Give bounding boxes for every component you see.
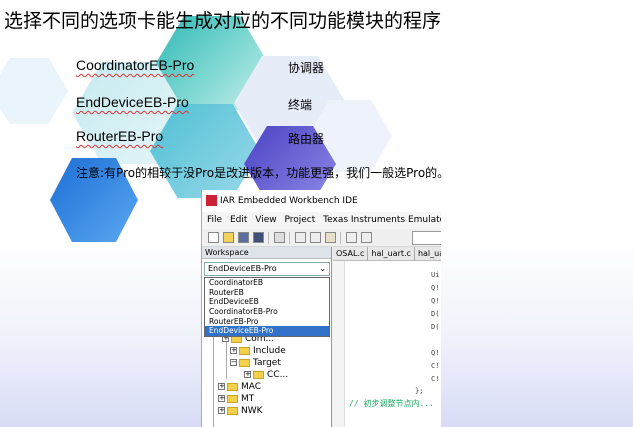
- page-title: 选择不同的选项卡能生成对应的不同功能模块的程序: [4, 10, 442, 32]
- chevron-down-icon[interactable]: ⌄: [319, 263, 326, 275]
- config-option-enddeviceeb-pro[interactable]: EndDeviceEB-Pro: [205, 326, 329, 337]
- code-closing-brace: };: [415, 387, 424, 395]
- tab-hal-uart-h[interactable]: hal_uart...: [415, 247, 441, 261]
- cut-icon[interactable]: [295, 232, 306, 243]
- collapse-icon[interactable]: −: [230, 359, 237, 366]
- print-icon[interactable]: [274, 232, 285, 243]
- ide-titlebar: IAR Embedded Workbench IDE: [202, 190, 441, 212]
- workspace-panel: Workspace EndDeviceEB-Pro ⌄ CoordinatorE…: [202, 247, 332, 427]
- workspace-header: Workspace: [202, 247, 331, 259]
- menu-file[interactable]: File: [207, 215, 222, 225]
- expand-icon[interactable]: +: [218, 407, 225, 414]
- config-option-routereb[interactable]: RouterEB: [205, 288, 329, 298]
- ide-title: IAR Embedded Workbench IDE: [220, 196, 358, 206]
- config-option-coordinatoreb[interactable]: CoordinatorEB: [205, 278, 329, 288]
- new-file-icon[interactable]: [208, 232, 219, 243]
- code-fragment: D(: [431, 323, 440, 331]
- menu-edit[interactable]: Edit: [230, 215, 247, 225]
- save-all-icon[interactable]: [253, 232, 264, 243]
- workspace-config-select[interactable]: EndDeviceEB-Pro ⌄: [204, 262, 330, 276]
- tree-item-mt[interactable]: + MT: [218, 393, 254, 405]
- iar-logo-icon: [206, 195, 217, 206]
- editor-gutter: [333, 261, 345, 427]
- folder-icon: [227, 406, 238, 415]
- tree-guide-line: [213, 329, 214, 427]
- config-option-enddeviceeb[interactable]: EndDeviceEB: [205, 297, 329, 307]
- folder-icon: [227, 382, 238, 391]
- folder-icon: [239, 346, 250, 355]
- tree-item-nwk[interactable]: + NWK: [218, 405, 263, 417]
- code-comment: // 初步调整节点内...: [349, 399, 434, 408]
- expand-icon[interactable]: +: [218, 383, 225, 390]
- code-fragment: C!: [431, 362, 440, 370]
- toolbar-separator: [289, 232, 290, 244]
- editor-panel: OSAL.chal_uart.chal_uart... Ui Q! Q! D( …: [333, 247, 441, 427]
- coordinator-label: CoordinatorEB-Pro: [76, 57, 195, 73]
- hexagon-decoration: [0, 58, 68, 124]
- paste-icon[interactable]: [325, 232, 336, 243]
- config-option-routereb-pro[interactable]: RouterEB-Pro: [205, 317, 329, 327]
- code-fragment: Q!: [431, 284, 440, 292]
- menu-project[interactable]: Project: [284, 215, 315, 225]
- code-fragment: Ui: [431, 271, 440, 279]
- open-folder-icon[interactable]: [223, 232, 234, 243]
- save-icon[interactable]: [238, 232, 249, 243]
- menu-texas-instruments-emulator[interactable]: Texas Instruments Emulator: [323, 215, 441, 225]
- tab-hal-uart-c[interactable]: hal_uart.c: [368, 247, 415, 261]
- ide-menubar: File Edit View Project Texas Instruments…: [202, 212, 441, 229]
- folder-icon: [227, 394, 238, 403]
- folder-icon: [253, 370, 264, 379]
- copy-icon[interactable]: [310, 232, 321, 243]
- tree-item-target[interactable]: − Target: [230, 357, 281, 369]
- workspace-config-value: EndDeviceEB-Pro: [208, 264, 277, 273]
- ide-screenshot: IAR Embedded Workbench IDE File Edit Vie…: [201, 190, 441, 427]
- coordinator-desc: 协调器: [288, 61, 325, 75]
- expand-icon[interactable]: +: [244, 371, 251, 378]
- workspace-config-dropdown: CoordinatorEB RouterEB EndDeviceEB Coord…: [204, 277, 330, 338]
- toolbar-search-input[interactable]: [412, 231, 441, 245]
- toolbar-separator: [268, 232, 269, 244]
- code-fragment: C!: [431, 375, 440, 383]
- tree-item-mac[interactable]: + MAC: [218, 381, 261, 393]
- tree-item-cc[interactable]: + CC...: [244, 369, 288, 381]
- code-fragment: Q!: [431, 349, 440, 357]
- undo-icon[interactable]: [346, 232, 357, 243]
- note-text: 注意:有Pro的相较于没Pro是改进版本，功能更强，我们一般选Pro的。: [76, 166, 450, 180]
- end-device-desc: 终端: [288, 98, 313, 112]
- menu-view[interactable]: View: [255, 215, 276, 225]
- code-fragment: D(: [431, 310, 440, 318]
- tab-osal-c[interactable]: OSAL.c: [333, 247, 369, 261]
- slide: 选择不同的选项卡能生成对应的不同功能模块的程序 CoordinatorEB-Pr…: [0, 0, 633, 427]
- code-fragment: Q!: [431, 297, 440, 305]
- router-label: RouterEB-Pro: [76, 128, 164, 144]
- end-device-label: EndDeviceEB-Pro: [76, 94, 189, 110]
- folder-icon: [239, 358, 250, 367]
- expand-icon[interactable]: +: [230, 347, 237, 354]
- redo-icon[interactable]: [361, 232, 372, 243]
- config-option-coordinatoreb-pro[interactable]: CoordinatorEB-Pro: [205, 307, 329, 317]
- ide-toolbar: [202, 229, 441, 247]
- router-desc: 路由器: [288, 132, 325, 146]
- editor-tabs: OSAL.chal_uart.chal_uart...: [333, 247, 441, 261]
- toolbar-separator: [340, 232, 341, 244]
- tree-item-include[interactable]: + Include: [230, 345, 286, 357]
- expand-icon[interactable]: +: [218, 395, 225, 402]
